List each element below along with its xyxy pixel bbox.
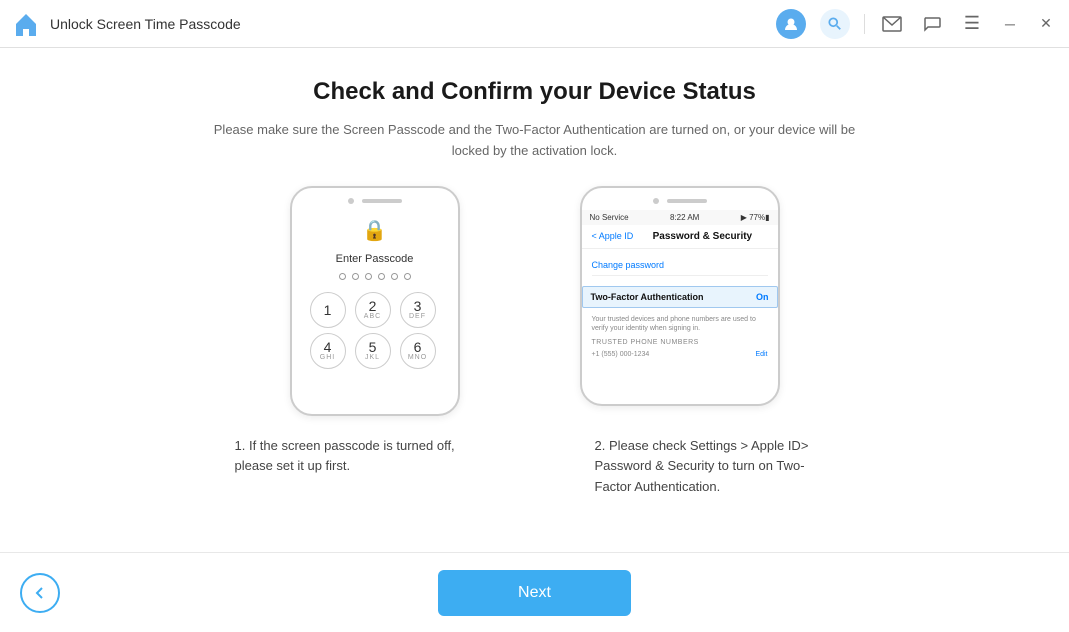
phone1-bar: [362, 199, 402, 203]
mail-icon[interactable]: [879, 11, 905, 37]
num-btn-1: 1: [310, 292, 346, 328]
passcode-dots: [339, 273, 411, 280]
home-icon: [12, 10, 40, 38]
passcode-dot: [339, 273, 346, 280]
phone2-mockup: No Service 8:22 AM ▶ 77%▮ < Apple ID Pas…: [580, 186, 780, 406]
two-factor-status: On: [756, 292, 769, 302]
phone1-dot: [348, 198, 354, 204]
settings-header: < Apple ID Password & Security: [582, 225, 778, 249]
numpad: 1 2ABC 3DEF 4GHI 5JKL 6MNO: [310, 292, 440, 369]
app-title: Unlock Screen Time Passcode: [50, 16, 241, 32]
two-factor-row: Two-Factor Authentication On: [582, 286, 778, 308]
phone1-content: 🔒 Enter Passcode 1 2ABC 3DEF 4: [292, 188, 458, 379]
desc-text-2: 2. Please check Settings > Apple ID> Pas…: [595, 436, 835, 498]
desc-item-2: 2. Please check Settings > Apple ID> Pas…: [595, 436, 835, 498]
back-button[interactable]: [20, 573, 60, 613]
change-password-item: Change password: [592, 255, 768, 276]
settings-section: Change password: [582, 249, 778, 282]
edit-row: +1 (555) 000-1234 Edit: [582, 348, 778, 361]
phone-number-placeholder: +1 (555) 000-1234: [592, 351, 650, 358]
desc-text-1: 1. If the screen passcode is turned off,…: [235, 436, 475, 478]
passcode-dot: [404, 273, 411, 280]
edit-link: Edit: [755, 351, 767, 358]
enter-passcode-text: Enter Passcode: [336, 253, 414, 265]
chat-icon[interactable]: [919, 11, 945, 37]
settings-page-title: Password & Security: [637, 231, 767, 242]
num-btn-4: 4GHI: [310, 333, 346, 369]
num-btn-6: 6MNO: [400, 333, 436, 369]
menu-icon[interactable]: ☰: [959, 11, 985, 37]
carrier-text: No Service: [590, 213, 629, 222]
phone1-container: 🔒 Enter Passcode 1 2ABC 3DEF 4: [290, 186, 460, 416]
page-subtitle: Please make sure the Screen Passcode and…: [195, 120, 875, 162]
battery-text: ▶ 77%▮: [741, 213, 770, 222]
lock-icon: 🔒: [362, 218, 387, 243]
passcode-dot: [365, 273, 372, 280]
num-btn-5: 5JKL: [355, 333, 391, 369]
passcode-dot: [378, 273, 385, 280]
phone1-speaker: [348, 198, 402, 204]
main-content: Check and Confirm your Device Status Ple…: [0, 48, 1069, 552]
title-bar-left: Unlock Screen Time Passcode: [12, 10, 776, 38]
trusted-phone-label: TRUSTED PHONE NUMBERS: [582, 337, 778, 348]
num-btn-2: 2ABC: [355, 292, 391, 328]
phone2-status-bar: No Service 8:22 AM ▶ 77%▮: [582, 210, 778, 225]
close-button[interactable]: ✕: [1035, 13, 1057, 35]
two-factor-label: Two-Factor Authentication: [591, 292, 704, 302]
phone2-dot: [653, 198, 659, 204]
search-icon[interactable]: [820, 9, 850, 39]
desc-item-1: 1. If the screen passcode is turned off,…: [235, 436, 475, 498]
page-title: Check and Confirm your Device Status: [313, 78, 756, 106]
time-text: 8:22 AM: [670, 213, 699, 222]
phone2-speaker: [653, 198, 707, 204]
passcode-dot: [352, 273, 359, 280]
title-bar: Unlock Screen Time Passcode ☰ ─ ✕: [0, 0, 1069, 48]
minimize-button[interactable]: ─: [999, 13, 1021, 35]
phone2-bar: [667, 199, 707, 203]
back-label: < Apple ID: [592, 231, 634, 241]
passcode-dot: [391, 273, 398, 280]
desc-area: 1. If the screen passcode is turned off,…: [80, 436, 989, 498]
next-button[interactable]: Next: [438, 570, 631, 616]
separator: [864, 14, 865, 34]
bottom-bar: Next: [0, 552, 1069, 632]
title-bar-right: ☰ ─ ✕: [776, 9, 1057, 39]
user-icon[interactable]: [776, 9, 806, 39]
num-btn-3: 3DEF: [400, 292, 436, 328]
phone2-content: No Service 8:22 AM ▶ 77%▮ < Apple ID Pas…: [582, 210, 778, 362]
illustrations: 🔒 Enter Passcode 1 2ABC 3DEF 4: [80, 186, 989, 416]
phone1-mockup: 🔒 Enter Passcode 1 2ABC 3DEF 4: [290, 186, 460, 416]
two-factor-description: Your trusted devices and phone numbers a…: [582, 312, 778, 338]
phone2-container: No Service 8:22 AM ▶ 77%▮ < Apple ID Pas…: [580, 186, 780, 416]
